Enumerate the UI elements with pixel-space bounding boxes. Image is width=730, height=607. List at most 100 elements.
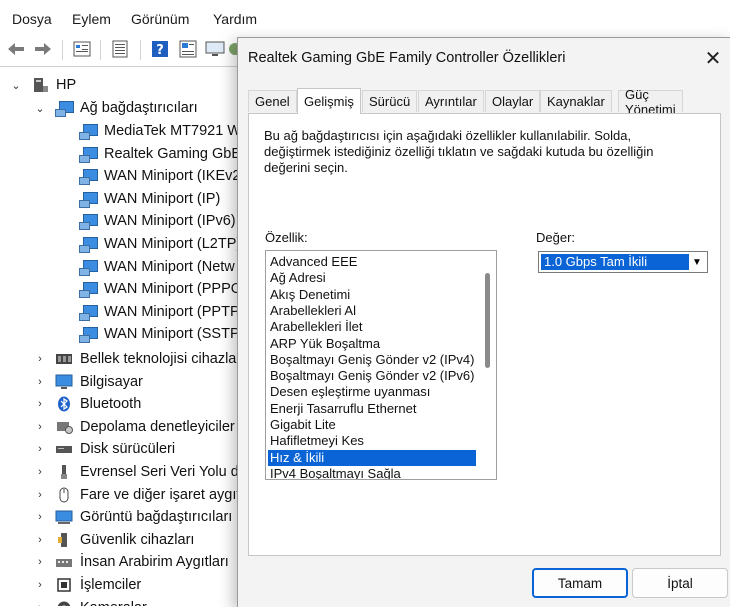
tree-item-adapter[interactable]: MediaTek MT7921 W — [78, 120, 240, 142]
tree-category[interactable]: › Kameralar — [34, 597, 147, 606]
properties-icon[interactable] — [72, 39, 92, 59]
properties-dialog: Realtek Gaming GbE Family Controller Öze… — [237, 37, 730, 607]
tree-category[interactable]: › Görüntü bağdaştırıcıları — [34, 506, 232, 528]
property-item[interactable]: ARP Yük Boşaltma — [268, 336, 476, 352]
tree-category[interactable]: › Bellek teknolojisi cihazla — [34, 348, 236, 370]
update-driver-icon[interactable] — [178, 39, 198, 59]
svg-text:?: ? — [156, 43, 164, 58]
value-dropdown[interactable]: 1.0 Gbps Tam İkili ▼ — [538, 251, 708, 273]
tab-resources[interactable]: Kaynaklar — [540, 90, 612, 112]
tree-item-adapter[interactable]: WAN Miniport (IP) — [78, 188, 220, 210]
property-item[interactable]: Boşaltmayı Geniş Gönder v2 (IPv6) — [268, 368, 476, 384]
menu-help[interactable]: Yardım — [213, 11, 257, 27]
chevron-right-icon[interactable]: › — [34, 534, 46, 546]
tree-category[interactable]: › Bluetooth — [34, 393, 141, 415]
chevron-right-icon[interactable]: › — [34, 443, 46, 455]
back-arrow-icon[interactable] — [6, 39, 26, 59]
network-adapter-icon — [54, 100, 74, 117]
chevron-right-icon[interactable]: › — [34, 466, 46, 478]
tab-events[interactable]: Olaylar — [485, 90, 541, 112]
tree-item-label: WAN Miniport (PPTP — [104, 303, 240, 320]
network-adapter-icon — [78, 168, 98, 186]
tree-item-adapter[interactable]: WAN Miniport (IKEv2 — [78, 165, 240, 187]
device-tree: ⌄ HP ⌄ Ağ bağdaştırıcıları MediaTek MT79… — [0, 70, 240, 606]
tree-item-adapter[interactable]: WAN Miniport (L2TP) — [78, 233, 240, 255]
list-icon[interactable] — [110, 39, 130, 59]
display-icon[interactable] — [205, 39, 225, 59]
tab-advanced[interactable]: Gelişmiş — [297, 88, 361, 114]
tree-item-label: WAN Miniport (IKEv2 — [104, 168, 240, 185]
forward-arrow-icon[interactable] — [33, 39, 53, 59]
tree-root[interactable]: ⌄ HP — [10, 74, 76, 96]
tree-root-label: HP — [56, 77, 77, 93]
tree-category[interactable]: › Depolama denetleyiciler — [34, 416, 235, 438]
toolbar-separator — [100, 40, 101, 60]
tab-driver[interactable]: Sürücü — [362, 90, 418, 112]
hid-icon — [54, 554, 74, 570]
property-item[interactable]: Desen eşleştirme uyanması — [268, 384, 476, 400]
toolbar-separator — [62, 40, 63, 60]
chevron-right-icon[interactable]: › — [34, 421, 46, 433]
chevron-down-icon[interactable]: ⌄ — [34, 102, 46, 115]
disk-drive-icon — [54, 441, 74, 457]
property-item[interactable]: Arabellekleri İlet — [268, 319, 476, 335]
property-item[interactable]: Arabellekleri Al — [268, 303, 476, 319]
property-item[interactable]: Hafifletmeyi Kes — [268, 433, 476, 449]
tree-category[interactable]: › Disk sürücüleri — [34, 438, 175, 460]
tab-details[interactable]: Ayrıntılar — [418, 90, 484, 112]
chevron-right-icon[interactable]: › — [34, 489, 46, 501]
tab-power-management[interactable]: Güç Yönetimi — [618, 87, 683, 117]
menu-file[interactable]: Dosya — [12, 11, 52, 27]
tree-category[interactable]: › Güvenlik cihazları — [34, 529, 194, 551]
chevron-right-icon[interactable]: › — [34, 376, 46, 388]
memory-icon — [54, 351, 74, 367]
help-icon[interactable]: ? — [150, 39, 170, 59]
dialog-title: Realtek Gaming GbE Family Controller Öze… — [248, 50, 566, 66]
chevron-right-icon[interactable]: › — [34, 556, 46, 568]
tree-item-adapter[interactable]: WAN Miniport (SSTP — [78, 323, 240, 345]
property-item[interactable]: Ağ Adresi — [268, 270, 476, 286]
chevron-right-icon[interactable]: › — [34, 579, 46, 591]
close-icon[interactable]: ✕ — [698, 44, 728, 72]
tree-item-label: WAN Miniport (PPPO — [104, 281, 240, 298]
scrollbar-thumb[interactable] — [485, 273, 490, 368]
tab-general[interactable]: Genel — [248, 90, 297, 112]
chevron-right-icon[interactable]: › — [34, 602, 46, 606]
chevron-right-icon[interactable]: › — [34, 511, 46, 523]
tree-category-label: Bluetooth — [80, 396, 142, 413]
tree-item-adapter[interactable]: WAN Miniport (PPTP — [78, 301, 240, 323]
property-item[interactable]: Gigabit Lite — [268, 417, 476, 433]
chevron-right-icon[interactable]: › — [34, 398, 46, 410]
property-item[interactable]: IPv4 Boşaltmayı Sağla — [268, 466, 476, 479]
property-item[interactable]: Enerji Tasarruflu Ethernet — [268, 401, 476, 417]
menu-view[interactable]: Görünüm — [131, 11, 189, 27]
tree-category[interactable]: › İşlemciler — [34, 574, 141, 596]
listbox-scrollbar[interactable] — [480, 251, 496, 479]
property-item[interactable]: Boşaltmayı Geniş Gönder v2 (IPv4) — [268, 352, 476, 368]
property-item-selected[interactable]: Hız & İkili — [268, 449, 476, 466]
chevron-down-icon[interactable]: ⌄ — [10, 79, 22, 92]
tree-item-label: WAN Miniport (Netw — [104, 258, 235, 275]
tree-category[interactable]: › Evrensel Seri Veri Yolu de — [34, 461, 240, 483]
menu-action[interactable]: Eylem — [72, 11, 111, 27]
tree-category-label: Ağ bağdaştırıcıları — [80, 100, 198, 116]
tree-item-adapter[interactable]: Realtek Gaming GbE — [78, 143, 240, 165]
tree-item-adapter[interactable]: WAN Miniport (PPPO — [78, 278, 240, 300]
tree-item-adapter[interactable]: WAN Miniport (IPv6) — [78, 210, 236, 232]
cancel-button[interactable]: İptal — [632, 568, 728, 598]
mouse-icon — [54, 487, 74, 503]
property-item[interactable]: Advanced EEE — [268, 254, 476, 270]
ok-button[interactable]: Tamam — [532, 568, 628, 598]
chevron-right-icon[interactable]: › — [34, 353, 46, 365]
display-adapter-icon — [54, 509, 74, 525]
tree-category[interactable]: › Bilgisayar — [34, 371, 143, 393]
property-listbox[interactable]: Advanced EEE Ağ Adresi Akış Denetimi Arabel… — [265, 250, 497, 480]
usb-icon — [54, 464, 74, 480]
property-item[interactable]: Akış Denetimi — [268, 287, 476, 303]
chevron-down-icon[interactable]: ▼ — [688, 253, 706, 271]
tree-item-adapter[interactable]: WAN Miniport (Netw — [78, 256, 235, 278]
menu-bar: Dosya Eylem Görünüm Yardım — [0, 0, 730, 36]
tree-category[interactable]: › Fare ve diğer işaret aygıt — [34, 484, 240, 506]
tree-category[interactable]: › İnsan Arabirim Aygıtları — [34, 551, 229, 573]
tree-category-network-adapters[interactable]: ⌄ Ağ bağdaştırıcıları — [34, 97, 198, 119]
